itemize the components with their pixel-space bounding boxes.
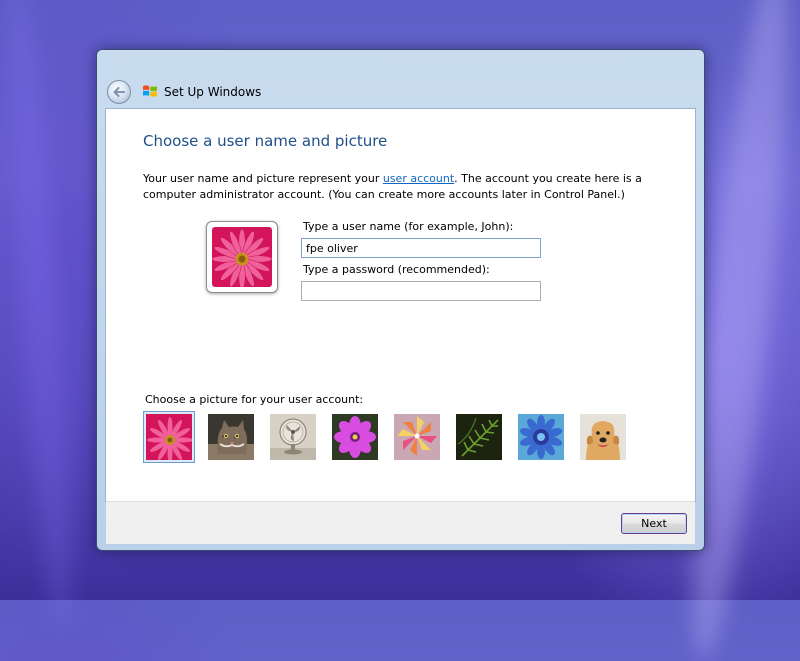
next-button[interactable]: Next bbox=[621, 513, 687, 534]
description-part: Your user name and picture represent you… bbox=[143, 172, 383, 185]
description-text: Your user name and picture represent you… bbox=[143, 171, 643, 203]
username-input[interactable] bbox=[301, 238, 541, 258]
back-button[interactable] bbox=[107, 80, 131, 104]
back-arrow-icon bbox=[113, 87, 125, 97]
fan-icon bbox=[270, 414, 316, 460]
picture-option-5[interactable] bbox=[391, 411, 443, 463]
pink-daisy-icon bbox=[146, 414, 192, 460]
picture-option-7[interactable] bbox=[515, 411, 567, 463]
window-title: Set Up Windows bbox=[164, 85, 262, 99]
picture-option-4[interactable] bbox=[329, 411, 381, 463]
purple-flower-icon bbox=[332, 414, 378, 460]
picture-option-2[interactable] bbox=[205, 411, 257, 463]
user-account-link[interactable]: user account bbox=[383, 172, 454, 185]
pink-daisy-icon bbox=[212, 227, 272, 287]
footer-bar: Next bbox=[106, 501, 695, 544]
username-label: Type a user name (for example, John): bbox=[303, 220, 514, 233]
password-input[interactable] bbox=[301, 281, 541, 301]
golden-retriever-icon bbox=[580, 414, 626, 460]
windows-logo-icon bbox=[143, 85, 157, 97]
title-bar: Set Up Windows bbox=[97, 50, 704, 108]
page-heading: Choose a user name and picture bbox=[143, 132, 388, 150]
picture-chooser-label: Choose a picture for your user account: bbox=[145, 393, 364, 406]
blue-flower-icon bbox=[518, 414, 564, 460]
picture-option-3[interactable] bbox=[267, 411, 319, 463]
pinwheel-icon bbox=[394, 414, 440, 460]
selected-user-picture bbox=[206, 221, 278, 293]
kitten-icon bbox=[208, 414, 254, 460]
picture-option-6[interactable] bbox=[453, 411, 505, 463]
background-streak bbox=[0, 0, 83, 631]
password-label: Type a password (recommended): bbox=[303, 263, 490, 276]
picture-option-8[interactable] bbox=[577, 411, 629, 463]
fern-icon bbox=[456, 414, 502, 460]
setup-window: Set Up Windows Choose a user name and pi… bbox=[96, 49, 705, 551]
picture-option-1[interactable] bbox=[143, 411, 195, 463]
content-panel: Choose a user name and picture Your user… bbox=[105, 108, 696, 502]
